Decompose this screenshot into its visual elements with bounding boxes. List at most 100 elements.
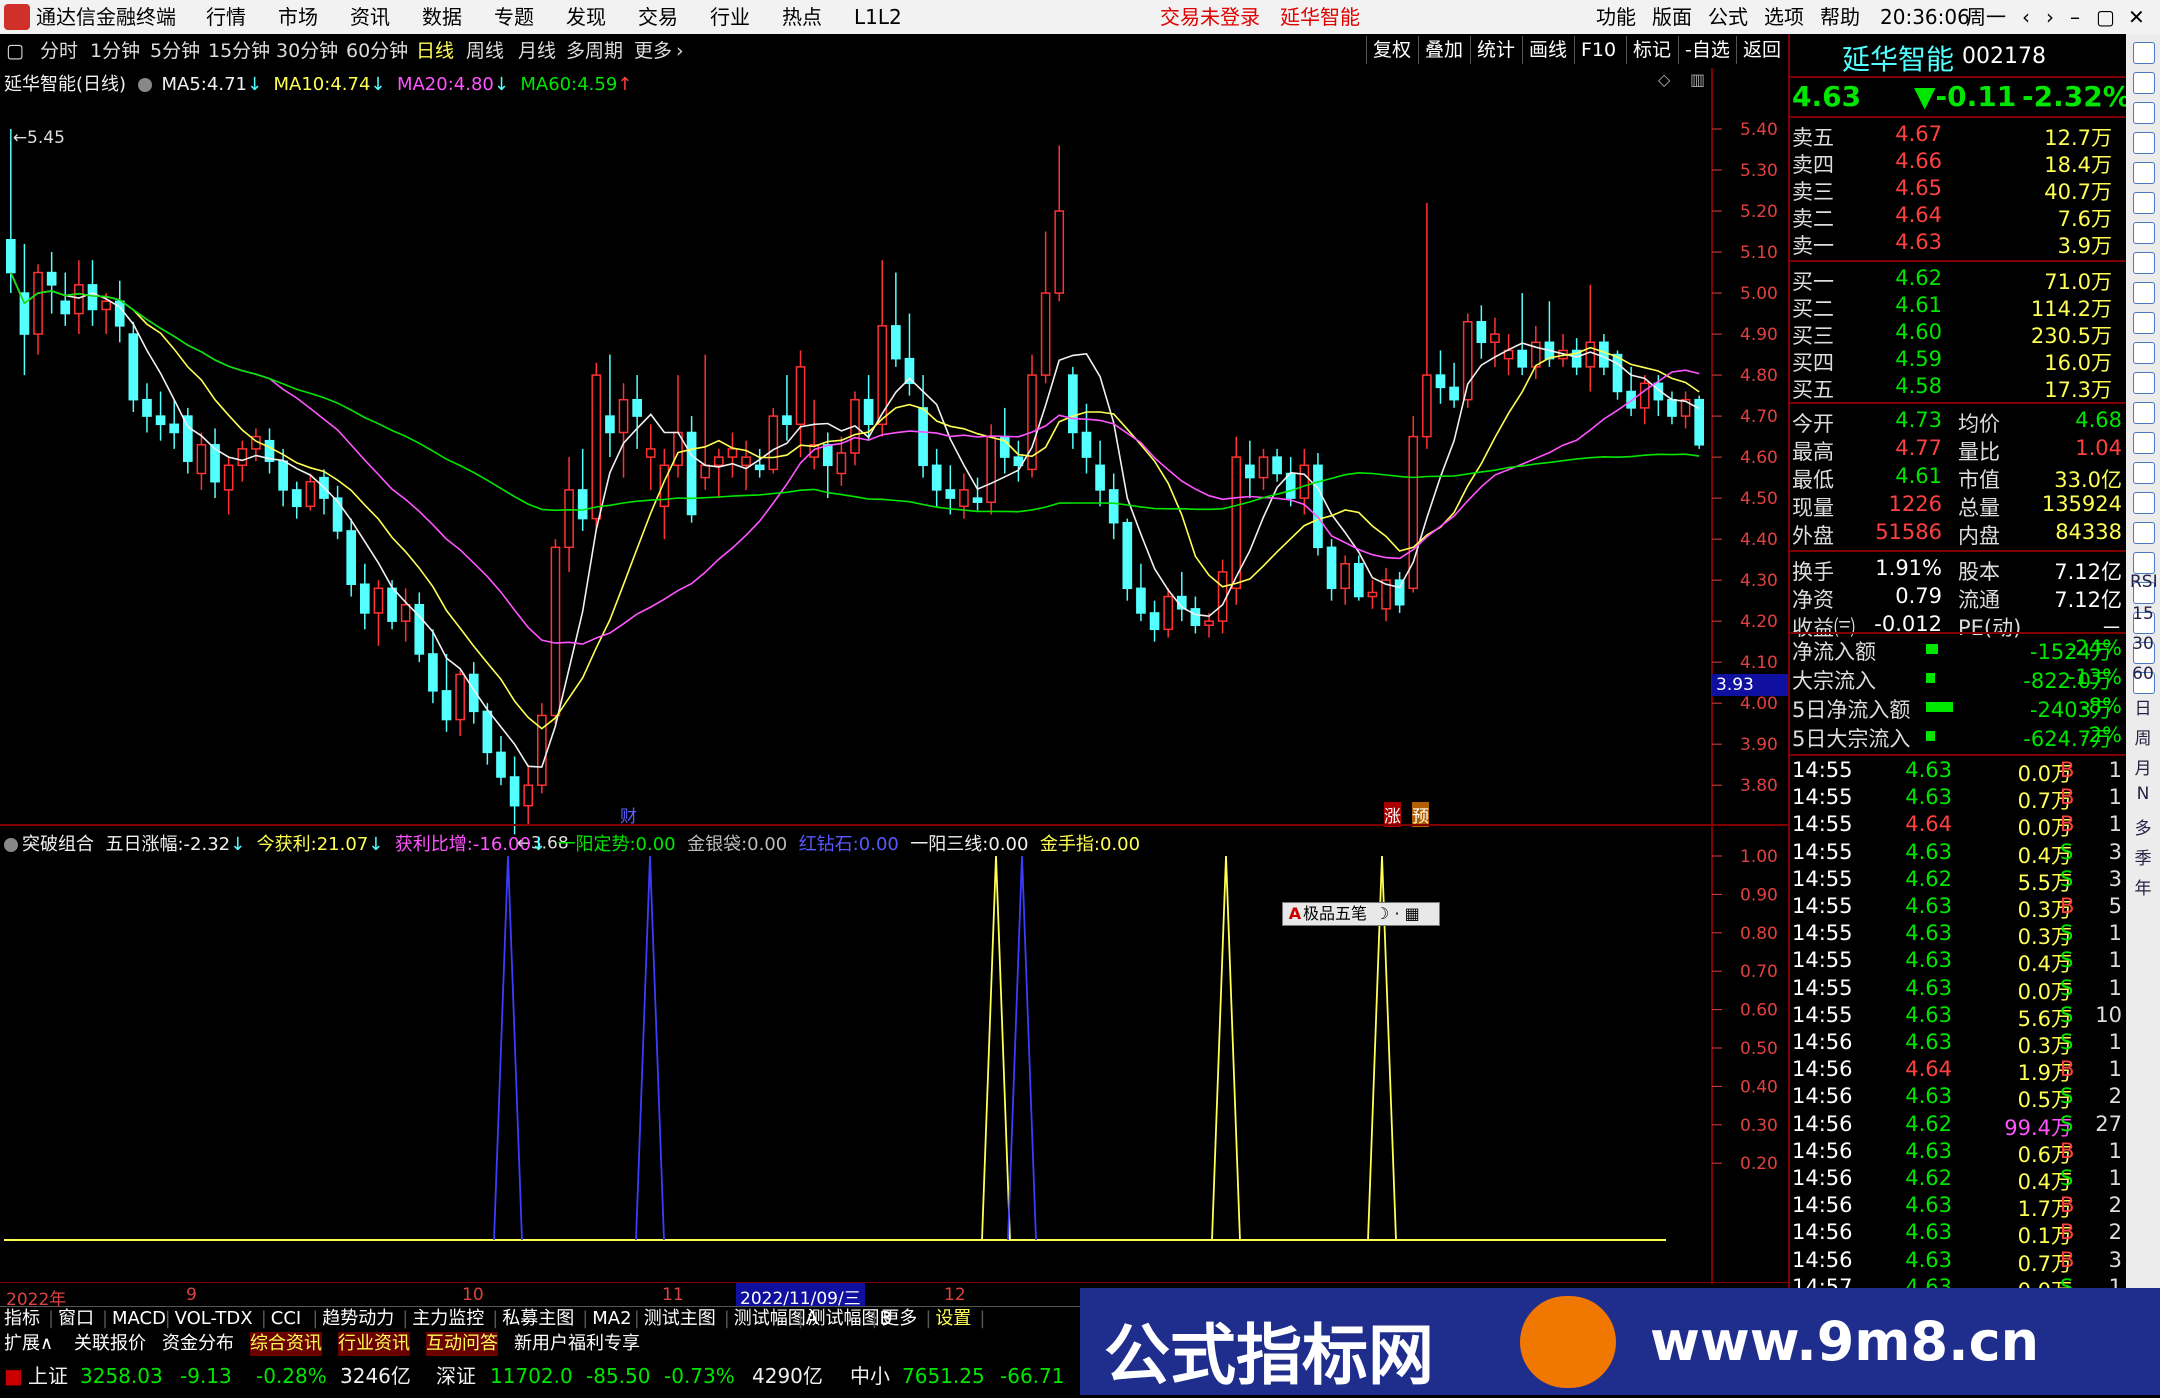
indicator-tab[interactable]: 测试幅图B	[808, 1307, 892, 1331]
indicator-tab[interactable]: MACD	[112, 1307, 166, 1331]
extension-tab[interactable]: 行业资讯	[338, 1332, 410, 1356]
extension-tab[interactable]: 关联报价	[74, 1332, 146, 1356]
menu-formula[interactable]: 公式	[1708, 0, 1748, 34]
indicator-tab[interactable]: 指标	[4, 1307, 40, 1331]
toolbar-icon[interactable]	[2133, 342, 2155, 364]
btn-back[interactable]: 返回	[1736, 36, 1787, 64]
tab-weekly[interactable]: 周线	[466, 34, 504, 68]
close-icon[interactable]: ✕	[2128, 0, 2145, 34]
tab-timeshare[interactable]: 分时	[40, 34, 78, 68]
tab-30min[interactable]: 30分钟	[276, 34, 338, 68]
indicator-tab[interactable]: 测试主图	[644, 1307, 716, 1331]
toolbar-period-8[interactable]: 多	[2130, 814, 2156, 839]
btn-draw[interactable]: 画线	[1522, 36, 1573, 64]
menu-layout[interactable]: 版面	[1652, 0, 1692, 34]
menu-help[interactable]: 帮助	[1820, 0, 1860, 34]
toolbar-icon[interactable]	[2133, 432, 2155, 454]
toolbar-icon[interactable]	[2133, 402, 2155, 424]
tab-monthly[interactable]: 月线	[518, 34, 556, 68]
tab-more[interactable]: 更多	[634, 34, 672, 68]
btn-adjust[interactable]: 复权	[1366, 36, 1417, 64]
ime-toolbar[interactable]: A 极品五笔 ☽ · ▦	[1282, 902, 1440, 926]
menu-discover[interactable]: 发现	[566, 0, 606, 34]
btn-f10[interactable]: F10	[1574, 36, 1622, 64]
sh-icon[interactable]: ■	[4, 1358, 23, 1395]
toolbar-icon[interactable]	[2133, 42, 2155, 64]
menu-quote[interactable]: 行情	[206, 0, 246, 34]
menu-industry[interactable]: 行业	[710, 0, 750, 34]
menu-topic[interactable]: 专题	[494, 0, 534, 34]
toolbar-period-10[interactable]: 年	[2130, 874, 2156, 899]
toolbar-period-3[interactable]: 60	[2130, 664, 2156, 684]
toolbar-icon[interactable]	[2133, 372, 2155, 394]
extension-tab[interactable]: 资金分布	[162, 1332, 234, 1356]
chart-area[interactable]: ▢ 分时 1分钟 5分钟 15分钟 30分钟 60分钟 日线 周线 月线 多周期…	[0, 34, 1792, 1288]
btn-mark[interactable]: 标记	[1626, 36, 1677, 64]
indicator-tab[interactable]: 窗口	[58, 1307, 94, 1331]
panel-toggle-icon[interactable]: ▢	[6, 34, 24, 68]
back-arrow-icon[interactable]: ‹	[2022, 0, 2030, 34]
toolbar-icon[interactable]	[2133, 492, 2155, 514]
btn-overlay[interactable]: 叠加	[1418, 36, 1469, 64]
maximize-icon[interactable]: ▢	[2096, 0, 2115, 34]
menu-trade[interactable]: 交易	[638, 0, 678, 34]
toolbar-period-7[interactable]: N	[2130, 784, 2156, 804]
tab-5min[interactable]: 5分钟	[150, 34, 200, 68]
zx-name[interactable]: 中小	[850, 1358, 890, 1395]
toolbar-icon[interactable]	[2133, 102, 2155, 124]
extension-tab[interactable]: 扩展∧	[4, 1332, 53, 1356]
ad-banner[interactable]: 公式指标网 www.9m8.cn	[1080, 1288, 2160, 1395]
indicator-tab[interactable]: CCI	[271, 1307, 301, 1331]
forward-arrow-icon[interactable]: ›	[2046, 0, 2054, 34]
tab-daily[interactable]: 日线	[416, 34, 454, 68]
indicator-tab[interactable]: 更多	[881, 1307, 917, 1331]
sh-name[interactable]: 上证	[28, 1358, 68, 1395]
menu-options[interactable]: 选项	[1764, 0, 1804, 34]
login-status[interactable]: 交易未登录	[1160, 0, 1260, 34]
indicator-tab[interactable]: 私募主图	[502, 1307, 574, 1331]
indicator-chart[interactable]: 1.00 0.90 0.80 0.70 0.60 0.50 0.40 0.30 0.20	[0, 826, 1788, 1284]
toolbar-icon[interactable]	[2133, 462, 2155, 484]
toolbar-icon[interactable]	[2133, 252, 2155, 274]
tab-1min[interactable]: 1分钟	[90, 34, 140, 68]
indicator-tab[interactable]: 设置	[935, 1307, 971, 1331]
toolbar-period-6[interactable]: 月	[2130, 754, 2156, 779]
toolbar-icon[interactable]	[2133, 222, 2155, 244]
indicator-tab[interactable]: 主力监控	[412, 1307, 484, 1331]
toolbar-period-5[interactable]: 周	[2130, 724, 2156, 749]
toolbar-period-4[interactable]: 日	[2130, 694, 2156, 719]
more-chevron-icon[interactable]: ›	[676, 34, 684, 68]
toolbar-icon[interactable]	[2133, 312, 2155, 334]
menu-l1l2[interactable]: L1L2	[854, 0, 902, 34]
toolbar-period-9[interactable]: 季	[2130, 844, 2156, 869]
tab-15min[interactable]: 15分钟	[208, 34, 270, 68]
extension-tab[interactable]: 新用户福利专享	[514, 1332, 640, 1356]
indicator-tab[interactable]: 趋势动力	[322, 1307, 394, 1331]
indicator-tab[interactable]: MA2	[592, 1307, 631, 1331]
toolbar-icon[interactable]	[2133, 162, 2155, 184]
minimize-icon[interactable]: –	[2070, 0, 2080, 34]
toolbar-period-1[interactable]: 15	[2130, 604, 2156, 624]
toolbar-icon[interactable]	[2133, 282, 2155, 304]
price-chart[interactable]: 5.40 5.30 5.20 5.10 5.00 4.90 4.80 4.70 4.60 4.50…	[0, 68, 1788, 854]
menu-function[interactable]: 功能	[1596, 0, 1636, 34]
btn-watchlist[interactable]: -自选	[1678, 36, 1736, 64]
indicator-tab[interactable]: VOL-TDX	[175, 1307, 253, 1331]
tab-multi-period[interactable]: 多周期	[566, 34, 623, 68]
toolbar-icon[interactable]	[2133, 552, 2155, 574]
btn-stats[interactable]: 统计	[1470, 36, 1521, 64]
extension-tab[interactable]: 互动问答	[426, 1332, 498, 1356]
toolbar-period-2[interactable]: 30	[2130, 634, 2156, 654]
tab-60min[interactable]: 60分钟	[346, 34, 408, 68]
menu-market[interactable]: 市场	[278, 0, 318, 34]
toolbar-icon[interactable]	[2133, 522, 2155, 544]
toolbar-icon[interactable]	[2133, 72, 2155, 94]
ime-moon-icon[interactable]: ☽ · ▦	[1375, 904, 1420, 923]
sz-name[interactable]: 深证	[436, 1358, 476, 1395]
extension-tab[interactable]: 综合资讯	[250, 1332, 322, 1356]
menu-hot[interactable]: 热点	[782, 0, 822, 34]
menu-data[interactable]: 数据	[422, 0, 462, 34]
indicator-tab[interactable]: 测试幅图A	[734, 1307, 818, 1331]
toolbar-icon[interactable]	[2133, 132, 2155, 154]
toolbar-period-0[interactable]: RSI	[2130, 572, 2158, 592]
